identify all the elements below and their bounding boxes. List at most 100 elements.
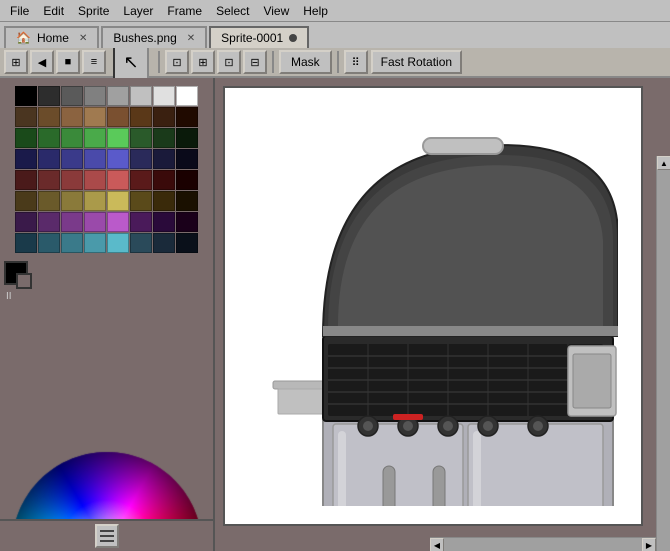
checker-btn[interactable]: ⠿ xyxy=(344,50,368,74)
menu-sprite[interactable]: Sprite xyxy=(72,2,115,20)
color-swatch-16[interactable] xyxy=(15,128,37,148)
color-swatch-8[interactable] xyxy=(15,107,37,127)
color-swatch-26[interactable] xyxy=(61,149,83,169)
color-swatch-1[interactable] xyxy=(38,86,60,106)
color-swatch-46[interactable] xyxy=(153,191,175,211)
color-swatch-62[interactable] xyxy=(153,233,175,253)
menu-view[interactable]: View xyxy=(257,2,295,20)
color-swatch-13[interactable] xyxy=(130,107,152,127)
sprite-canvas[interactable] xyxy=(223,86,643,526)
color-swatch-61[interactable] xyxy=(130,233,152,253)
sprite-tool-4[interactable]: ⊟ xyxy=(243,50,267,74)
color-swatch-59[interactable] xyxy=(84,233,106,253)
color-swatch-9[interactable] xyxy=(38,107,60,127)
color-swatch-14[interactable] xyxy=(153,107,175,127)
color-swatch-20[interactable] xyxy=(107,128,129,148)
color-swatch-42[interactable] xyxy=(61,191,83,211)
fg-color-swatch[interactable] xyxy=(4,261,28,285)
color-swatch-29[interactable] xyxy=(130,149,152,169)
stop-btn[interactable]: ■ xyxy=(56,50,80,74)
color-swatch-15[interactable] xyxy=(176,107,198,127)
scroll-up-arrow[interactable]: ▲ xyxy=(657,156,670,170)
menu-file[interactable]: File xyxy=(4,2,35,20)
menu-layer[interactable]: Layer xyxy=(117,2,159,20)
color-swatch-55[interactable] xyxy=(176,212,198,232)
color-swatch-11[interactable] xyxy=(84,107,106,127)
sprite-tool-2[interactable]: ⊞ xyxy=(191,50,215,74)
color-swatch-63[interactable] xyxy=(176,233,198,253)
color-swatch-24[interactable] xyxy=(15,149,37,169)
tab-home-close[interactable]: ✕ xyxy=(79,33,87,44)
color-swatch-35[interactable] xyxy=(84,170,106,190)
color-swatch-54[interactable] xyxy=(153,212,175,232)
color-swatch-3[interactable] xyxy=(84,86,106,106)
color-swatch-30[interactable] xyxy=(153,149,175,169)
color-swatch-23[interactable] xyxy=(176,128,198,148)
color-swatch-50[interactable] xyxy=(61,212,83,232)
color-swatch-4[interactable] xyxy=(107,86,129,106)
color-swatch-33[interactable] xyxy=(38,170,60,190)
color-swatch-58[interactable] xyxy=(61,233,83,253)
color-swatch-27[interactable] xyxy=(84,149,106,169)
color-swatch-28[interactable] xyxy=(107,149,129,169)
color-swatch-40[interactable] xyxy=(15,191,37,211)
new-btn[interactable]: ⊞ xyxy=(4,50,28,74)
color-swatch-57[interactable] xyxy=(38,233,60,253)
color-swatch-18[interactable] xyxy=(61,128,83,148)
color-swatch-36[interactable] xyxy=(107,170,129,190)
sprite-tool-1[interactable]: ⊡ xyxy=(165,50,189,74)
color-swatch-17[interactable] xyxy=(38,128,60,148)
color-swatch-51[interactable] xyxy=(84,212,106,232)
color-swatch-48[interactable] xyxy=(15,212,37,232)
color-swatch-22[interactable] xyxy=(153,128,175,148)
color-swatch-37[interactable] xyxy=(130,170,152,190)
color-swatch-12[interactable] xyxy=(107,107,129,127)
color-swatch-52[interactable] xyxy=(107,212,129,232)
scroll-left-arrow[interactable]: ◀ xyxy=(430,538,444,551)
color-swatch-44[interactable] xyxy=(107,191,129,211)
bg-color-swatch[interactable] xyxy=(16,273,32,289)
color-swatch-43[interactable] xyxy=(84,191,106,211)
three-lines-button[interactable] xyxy=(95,524,119,548)
color-swatch-41[interactable] xyxy=(38,191,60,211)
color-swatch-49[interactable] xyxy=(38,212,60,232)
horizontal-scrollbar[interactable]: ◀ ▶ xyxy=(430,537,656,551)
tab-home[interactable]: 🏠 Home ✕ xyxy=(4,26,99,48)
line-3 xyxy=(100,540,114,542)
color-swatch-21[interactable] xyxy=(130,128,152,148)
color-swatch-47[interactable] xyxy=(176,191,198,211)
scroll-right-arrow[interactable]: ▶ xyxy=(642,538,656,551)
color-swatch-34[interactable] xyxy=(61,170,83,190)
color-swatch-7[interactable] xyxy=(176,86,198,106)
color-swatch-60[interactable] xyxy=(107,233,129,253)
color-swatch-53[interactable] xyxy=(130,212,152,232)
color-swatch-31[interactable] xyxy=(176,149,198,169)
tab-bushes-close[interactable]: ✕ xyxy=(187,33,195,44)
mask-button[interactable]: Mask xyxy=(279,50,332,74)
color-swatch-19[interactable] xyxy=(84,128,106,148)
menu-select[interactable]: Select xyxy=(210,2,255,20)
vertical-scrollbar[interactable]: ▲ ▼ xyxy=(656,156,670,551)
color-swatch-38[interactable] xyxy=(153,170,175,190)
menu-help[interactable]: Help xyxy=(297,2,334,20)
color-swatch-25[interactable] xyxy=(38,149,60,169)
color-swatch-32[interactable] xyxy=(15,170,37,190)
tab-sprite[interactable]: Sprite-0001 xyxy=(209,26,309,48)
color-swatch-39[interactable] xyxy=(176,170,198,190)
scroll-track-h[interactable] xyxy=(444,538,642,551)
color-swatch-45[interactable] xyxy=(130,191,152,211)
color-swatch-5[interactable] xyxy=(130,86,152,106)
sprite-tool-3[interactable]: ⊡ xyxy=(217,50,241,74)
color-swatch-0[interactable] xyxy=(15,86,37,106)
color-swatch-6[interactable] xyxy=(153,86,175,106)
menu-edit[interactable]: Edit xyxy=(37,2,70,20)
menu-frame[interactable]: Frame xyxy=(161,2,208,20)
tab-bushes[interactable]: Bushes.png ✕ xyxy=(101,26,207,48)
prev-btn[interactable]: ◀ xyxy=(30,50,54,74)
color-swatch-56[interactable] xyxy=(15,233,37,253)
fast-rotation-button[interactable]: Fast Rotation xyxy=(371,50,462,74)
scroll-track-v[interactable] xyxy=(657,170,670,551)
menu-btn[interactable]: ≡ xyxy=(82,50,106,74)
color-swatch-10[interactable] xyxy=(61,107,83,127)
color-swatch-2[interactable] xyxy=(61,86,83,106)
